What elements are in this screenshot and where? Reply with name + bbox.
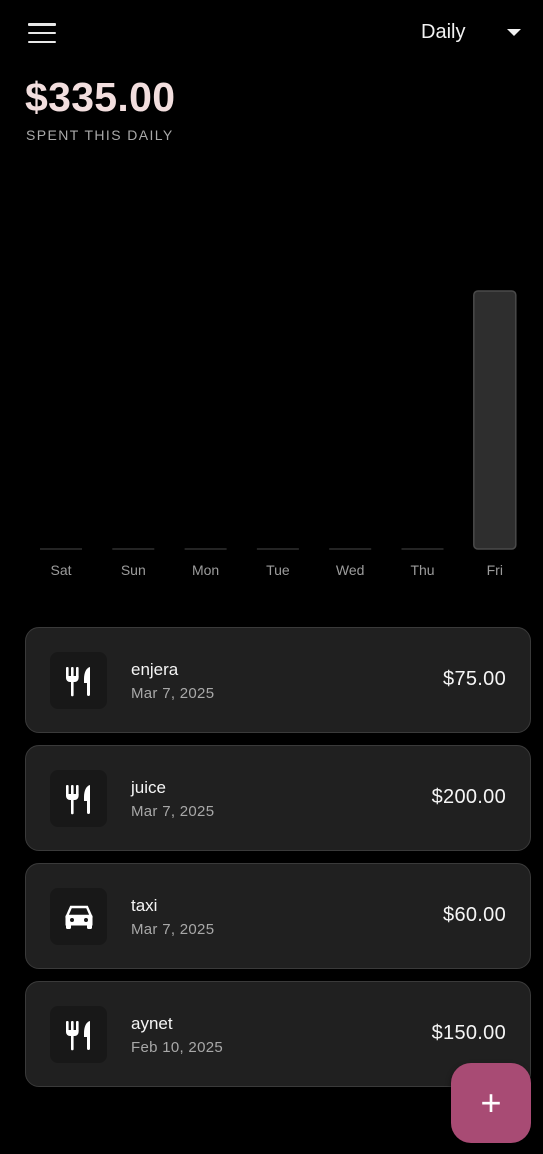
- chart-tick-label: Fri: [487, 562, 503, 578]
- expense-card[interactable]: juice Mar 7, 2025 $200.00: [25, 745, 531, 851]
- add-expense-button[interactable]: +: [451, 1063, 531, 1143]
- restaurant-icon: [50, 770, 107, 827]
- total-spent-caption: SPENT THIS DAILY: [26, 127, 174, 143]
- chart-tick-label: Wed: [336, 562, 365, 578]
- restaurant-icon: [50, 1006, 107, 1063]
- add-icon: +: [480, 1082, 502, 1123]
- expense-name: aynet: [131, 1014, 173, 1033]
- dropdown-caret-icon: [507, 29, 521, 36]
- expense-amount: $200.00: [431, 786, 506, 808]
- chart-tick-label: Sat: [50, 562, 71, 578]
- chart-bar-fri: [473, 290, 517, 550]
- menu-line: [28, 23, 56, 26]
- screen: Daily $335.00 SPENT THIS DAILY Sat Sun Mon…: [0, 0, 543, 1154]
- expense-list: enjera Mar 7, 2025 $75.00 juice Mar 7, 2025 $…: [25, 627, 531, 1099]
- chart-tick-label: Tue: [266, 562, 290, 578]
- menu-line: [28, 31, 56, 35]
- expense-amount: $75.00: [443, 668, 506, 690]
- expense-name: taxi: [131, 896, 158, 915]
- chart-tick-label: Thu: [410, 562, 434, 578]
- expense-date: Mar 7, 2025: [131, 685, 215, 702]
- expense-date: Mar 7, 2025: [131, 921, 215, 938]
- expense-amount: $150.00: [431, 1022, 506, 1044]
- hamburger-menu-icon[interactable]: [26, 20, 58, 46]
- expense-name: juice: [131, 778, 166, 797]
- expense-name: enjera: [131, 660, 179, 679]
- total-spent-amount: $335.00: [25, 74, 176, 120]
- car-icon: [50, 888, 107, 945]
- restaurant-icon: [50, 652, 107, 709]
- chart-tick-label: Mon: [192, 562, 219, 578]
- menu-line: [28, 40, 56, 43]
- period-selected-label: Daily: [421, 20, 466, 43]
- period-dropdown[interactable]: Daily: [421, 16, 531, 48]
- spending-bar-chart: Sat Sun Mon Tue Wed Thu Fri: [25, 160, 531, 590]
- expense-date: Mar 7, 2025: [131, 803, 215, 820]
- expense-amount: $60.00: [443, 904, 506, 926]
- expense-card[interactable]: enjera Mar 7, 2025 $75.00: [25, 627, 531, 733]
- expense-card[interactable]: taxi Mar 7, 2025 $60.00: [25, 863, 531, 969]
- expense-date: Feb 10, 2025: [131, 1039, 224, 1056]
- chart-tick-label: Sun: [121, 562, 146, 578]
- chart-svg: Sat Sun Mon Tue Wed Thu Fri: [40, 290, 517, 578]
